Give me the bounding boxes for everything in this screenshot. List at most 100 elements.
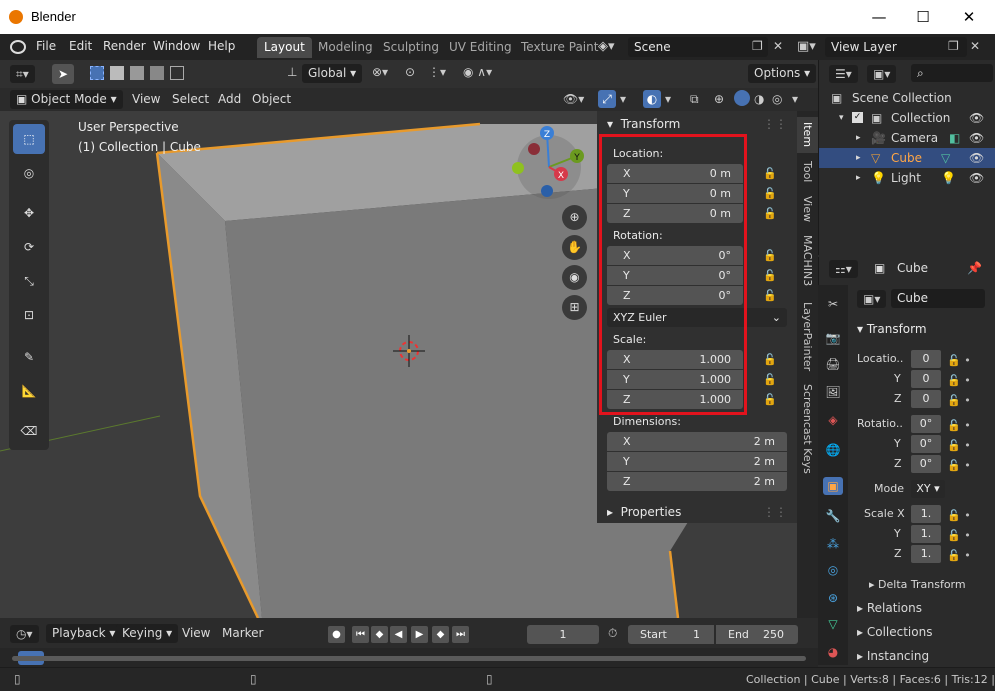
scene-icon[interactable]: ◈▾ <box>598 39 615 54</box>
tab-layerpainter[interactable]: LayerPainter <box>797 297 818 377</box>
menu-add[interactable]: Add <box>218 90 241 109</box>
add-cube-tool-icon[interactable]: ⌫ <box>13 416 45 446</box>
properties-rotation-locks[interactable]: 🔓 • 🔓 • 🔓 • <box>947 416 971 476</box>
copy-view-layer-icon[interactable]: ❐ <box>948 39 959 53</box>
visibility-icon[interactable]: 👁▾ <box>563 90 584 109</box>
checkbox-icon[interactable]: ✓ <box>852 112 863 123</box>
jump-start-icon[interactable]: ⏮ <box>352 626 369 643</box>
render-tab-icon[interactable]: 📷 <box>823 329 843 347</box>
relations-header[interactable]: ▸ Relations <box>857 601 922 615</box>
pin-icon[interactable]: 📌 <box>967 261 982 275</box>
scene-tab-icon[interactable]: ◈ <box>823 411 843 429</box>
select-invert-icon[interactable] <box>150 66 164 80</box>
outliner-item-light[interactable]: ▸ 💡 Light 💡 👁 <box>819 168 995 188</box>
lock-location-z-icon[interactable]: 🔓 <box>763 207 777 220</box>
tool-tab-icon[interactable]: ✂ <box>823 295 843 313</box>
start-frame-field[interactable]: Start 1 <box>628 625 714 644</box>
properties-scale-x[interactable]: 1. <box>911 505 941 523</box>
select-new-icon[interactable] <box>90 66 104 80</box>
outliner-item-cube[interactable]: ▸ ▽ Cube ▽ 👁 <box>819 148 995 168</box>
particles-tab-icon[interactable]: ⁂ <box>823 535 843 553</box>
gizmo-dropdown-icon[interactable]: ▾ <box>620 90 626 109</box>
editor-type-icon[interactable]: ⌗▾ <box>10 65 35 83</box>
menu-select[interactable]: Select <box>172 90 209 109</box>
dimensions-y-field[interactable]: Y2 m <box>607 452 787 471</box>
menu-marker[interactable]: Marker <box>222 624 263 643</box>
lock-location-x-icon[interactable]: 🔓 <box>763 167 777 180</box>
menu-window[interactable]: Window <box>153 39 200 53</box>
lock-scale-x-icon[interactable]: 🔓 <box>763 353 777 366</box>
timeline-editor-type-icon[interactable]: ◷▾ <box>10 625 39 643</box>
gizmo-toggle-icon[interactable]: ⤢ <box>598 90 616 108</box>
outliner-editor-type-icon[interactable]: ☰▾ <box>829 65 858 83</box>
lock-scale-z-icon[interactable]: 🔓 <box>763 393 777 406</box>
view-layer-tab-icon[interactable]: 🖼 <box>823 383 843 401</box>
lock-rotation-y-icon[interactable]: 🔓 <box>763 269 777 282</box>
jump-keyframe-forward-icon[interactable]: ◆ <box>432 626 449 643</box>
copy-scene-icon[interactable]: ❐ <box>752 39 763 53</box>
transform-tool-icon[interactable]: ⊡ <box>13 300 45 330</box>
scale-y-field[interactable]: Y 1.000 <box>607 370 743 389</box>
jump-end-icon[interactable]: ⏭ <box>452 626 469 643</box>
properties-scale-z[interactable]: 1. <box>911 545 941 563</box>
overlays-dropdown-icon[interactable]: ▾ <box>665 90 671 109</box>
scale-tool-icon[interactable]: ⤡ <box>13 266 45 296</box>
outliner-scene-collection[interactable]: ▣ Scene Collection <box>819 88 995 108</box>
menu-view[interactable]: View <box>132 90 160 109</box>
eye-icon[interactable]: 👁 <box>969 128 984 148</box>
drag-handle-icon[interactable]: ⋮⋮ <box>763 505 787 519</box>
keying-dropdown[interactable]: Keying ▾ <box>116 624 179 643</box>
transform-panel-header[interactable]: ▾ Transform ⋮⋮ <box>607 117 793 131</box>
properties-editor-type-icon[interactable]: ⚏▾ <box>829 260 858 278</box>
outliner-search-input[interactable]: ⌕ <box>911 64 993 82</box>
lock-location-y-icon[interactable]: 🔓 <box>763 187 777 200</box>
properties-location-locks[interactable]: 🔓 • 🔓 • 🔓 • <box>947 351 971 411</box>
eye-icon[interactable]: 👁 <box>969 148 984 168</box>
blender-menu-icon[interactable] <box>10 40 26 54</box>
timeline-scrubber[interactable] <box>0 648 818 667</box>
options-dropdown[interactable]: Options ▾ <box>748 64 817 83</box>
snap-target-icon[interactable]: ⋮▾ <box>428 65 446 79</box>
stopwatch-icon[interactable]: ⏱ <box>608 626 617 641</box>
playback-dropdown[interactable]: Playback ▾ <box>46 624 122 643</box>
scene-field[interactable]: Scene <box>628 37 768 57</box>
properties-rotation-x[interactable]: 0° <box>911 415 941 433</box>
lock-scale-y-icon[interactable]: 🔓 <box>763 373 777 386</box>
properties-transform-header[interactable]: ▾ Transform <box>857 322 927 336</box>
object-tab-icon[interactable]: ▣ <box>823 477 843 495</box>
snap-icon[interactable]: ⊙ <box>405 65 415 79</box>
proportional-edit-icon[interactable]: ◉ ∧▾ <box>463 65 492 79</box>
properties-location-x[interactable]: 0 <box>911 350 941 368</box>
tab-sculpting[interactable]: Sculpting <box>376 37 446 58</box>
location-x-field[interactable]: X0 m <box>607 164 743 183</box>
rotation-z-field[interactable]: Z 0° <box>607 286 743 305</box>
camera-view-icon[interactable]: ◉ <box>562 265 587 290</box>
overlays-toggle-icon[interactable]: ◐ <box>643 90 661 108</box>
physics-tab-icon[interactable]: ◎ <box>823 561 843 579</box>
jump-keyframe-back-icon[interactable]: ◆ <box>371 626 388 643</box>
collections-header[interactable]: ▸ Collections <box>857 625 932 639</box>
location-y-field[interactable]: Y0 m <box>607 184 743 203</box>
tab-texture-paint[interactable]: Texture Paint <box>514 37 605 58</box>
properties-mode-dropdown[interactable]: XY ▾ <box>911 480 945 498</box>
move-tool-icon[interactable]: ✥ <box>13 198 45 228</box>
menu-render[interactable]: Render <box>103 39 146 53</box>
maximize-icon[interactable]: ☐ <box>908 6 938 28</box>
tab-item[interactable]: Item <box>797 117 818 153</box>
mode-dropdown[interactable]: ▣ Object Mode ▾ <box>10 90 123 109</box>
tab-modeling[interactable]: Modeling <box>311 37 380 58</box>
select-extend-icon[interactable] <box>110 66 124 80</box>
outliner-item-camera[interactable]: ▸ 🎥 Camera ◧ 👁 <box>819 128 995 148</box>
shading-material-icon[interactable]: ◑ <box>754 90 764 109</box>
shading-solid-icon[interactable] <box>734 90 750 106</box>
object-name-field[interactable]: Cube <box>891 289 985 308</box>
output-tab-icon[interactable]: 🖨 <box>823 355 843 373</box>
xray-icon[interactable]: ⧉ <box>690 90 699 109</box>
rotation-x-field[interactable]: X 0° <box>607 246 743 265</box>
measure-tool-icon[interactable]: 📐 <box>13 376 45 406</box>
scale-x-field[interactable]: X 1.000 <box>607 350 743 369</box>
properties-location-y[interactable]: 0 <box>911 370 941 388</box>
annotate-tool-icon[interactable]: ✎ <box>13 342 45 372</box>
properties-location-z[interactable]: 0 <box>911 390 941 408</box>
menu-edit[interactable]: Edit <box>69 39 92 53</box>
